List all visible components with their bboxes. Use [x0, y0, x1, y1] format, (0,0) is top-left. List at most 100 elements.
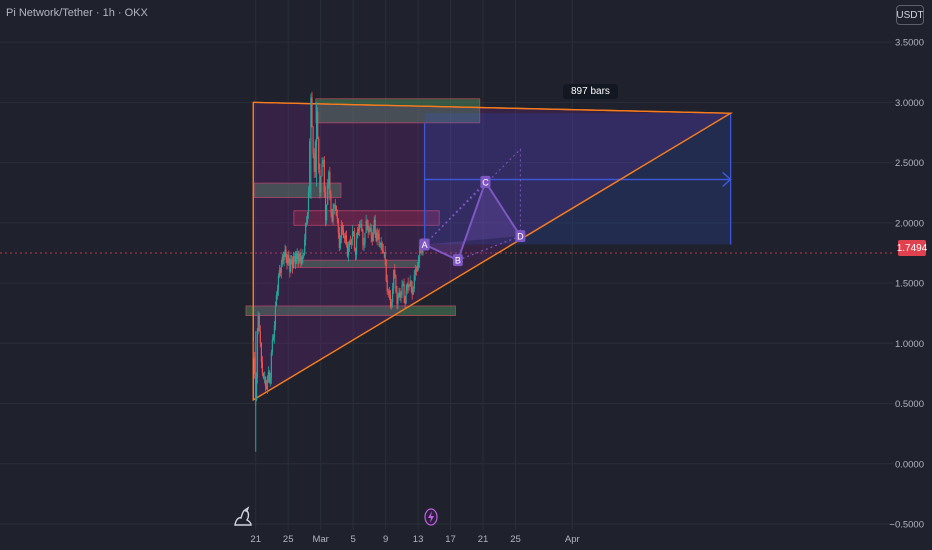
candle-body: [326, 204, 328, 221]
candle-body: [388, 291, 391, 295]
candle-body: [422, 251, 424, 254]
candle-body: [403, 284, 405, 298]
candle-body: [324, 192, 327, 221]
candle-body: [292, 256, 295, 268]
x-tick-label: 9: [383, 534, 388, 545]
candle-body: [347, 247, 350, 256]
candle-body: [309, 141, 311, 193]
y-tick-label: 1.5000: [895, 279, 924, 290]
candle-body: [271, 339, 273, 353]
pattern-point-d[interactable]: D: [515, 230, 526, 243]
candle-body: [261, 362, 264, 373]
candle-body: [258, 315, 260, 332]
x-tick-label: 25: [283, 534, 294, 545]
y-tick-label: 2.0000: [895, 218, 924, 229]
candle-body: [364, 232, 366, 244]
candle-body: [274, 306, 277, 326]
candle-body: [384, 252, 386, 261]
candle-body: [328, 172, 330, 185]
candle-body: [290, 259, 292, 272]
flash-event-icon[interactable]: [424, 508, 438, 531]
pattern-point-c[interactable]: C: [480, 175, 491, 188]
candle-body: [389, 294, 392, 307]
candle-body: [332, 208, 334, 222]
candle-body: [352, 231, 355, 234]
candle-body: [318, 138, 320, 170]
candle-body: [350, 239, 353, 245]
candle-body: [252, 343, 255, 358]
candle-body: [339, 237, 341, 249]
candle-body: [390, 302, 393, 307]
candle-body: [273, 325, 275, 338]
candle-body: [301, 257, 303, 264]
y-tick-label: 3.0000: [895, 98, 924, 109]
x-tick-label: Apr: [565, 534, 580, 545]
bars-count-label: 897 bars: [563, 84, 618, 99]
candle-body: [311, 97, 313, 128]
candle-body: [361, 224, 363, 232]
x-tick-label: 5: [350, 534, 355, 545]
y-tick-label: 2.5000: [895, 158, 924, 169]
pattern-point-b[interactable]: B: [452, 254, 463, 267]
candle-body: [336, 215, 338, 220]
candle-body: [379, 244, 381, 246]
candle-body: [345, 235, 348, 245]
candle-body: [359, 224, 361, 231]
candle-body: [394, 270, 396, 277]
candle-body: [413, 274, 415, 289]
candle-body: [285, 249, 287, 259]
candle-body: [415, 269, 418, 271]
candle-body: [298, 255, 300, 263]
candle-body: [257, 315, 259, 331]
candle-body: [256, 330, 258, 379]
candle-body: [314, 141, 316, 173]
candle-body: [376, 232, 378, 242]
candle-body: [362, 231, 364, 246]
candle-body: [288, 255, 290, 263]
candle-body: [335, 205, 337, 216]
candle-body: [368, 229, 370, 233]
price-chart[interactable]: A B C D −0.5000 0.0000 0.5000 1.0000 1.5000 2.00…: [0, 0, 932, 550]
candle-body: [313, 154, 315, 173]
pattern-label-text: B: [455, 256, 461, 266]
candle-body: [378, 233, 380, 246]
y-tick-label: −0.5000: [889, 519, 924, 530]
candle-body: [386, 280, 388, 292]
currency-button[interactable]: USDT: [896, 5, 924, 25]
candle-body: [262, 372, 265, 378]
candle-body: [291, 259, 293, 261]
candle-body: [264, 377, 267, 386]
candle-body: [416, 267, 419, 271]
candle-body: [321, 163, 323, 177]
chart-window: { "header": { "title": "Pi Network/Tethe…: [0, 0, 932, 550]
tradingview-logo-icon[interactable]: [233, 505, 253, 532]
candle-body: [312, 127, 314, 155]
candle-body: [254, 357, 256, 375]
candle-body: [334, 204, 336, 206]
pattern-point-a[interactable]: A: [419, 238, 430, 251]
candle-body: [320, 176, 322, 193]
candle-body: [305, 223, 307, 240]
candle-body: [266, 377, 269, 390]
last-price-label: 1.7494: [897, 240, 927, 256]
candle-body: [397, 296, 399, 304]
candle-body: [353, 233, 356, 250]
candle-body: [372, 229, 374, 242]
candle-body: [322, 159, 324, 164]
candle-body: [330, 194, 332, 213]
candle-body: [408, 284, 410, 288]
y-tick-label: 0.0000: [895, 459, 924, 470]
x-tick-label: 13: [413, 534, 424, 545]
candle-body: [393, 270, 395, 289]
candle-body: [392, 288, 394, 303]
x-tick-label: Mar: [312, 534, 328, 545]
candle-body: [333, 204, 335, 209]
candle-body: [302, 255, 304, 258]
candle-body: [295, 253, 297, 264]
candle-body: [280, 264, 282, 273]
candle-body: [276, 289, 279, 296]
candle-body: [385, 260, 387, 281]
candle-body: [317, 112, 319, 139]
candle-body: [377, 232, 379, 234]
candle-body: [327, 184, 329, 205]
